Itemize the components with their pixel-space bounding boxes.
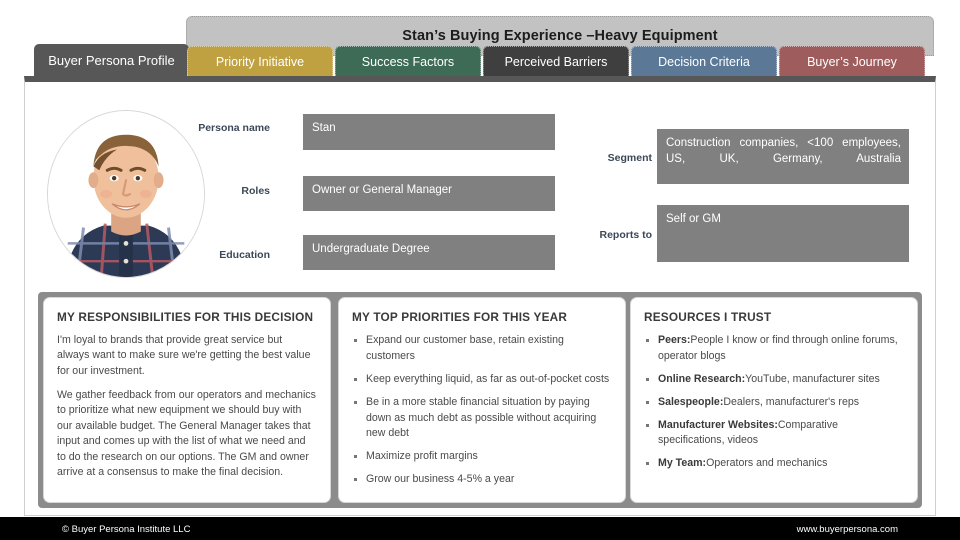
footer-copyright: © Buyer Persona Institute LLC <box>62 524 190 535</box>
resource-item-text: People I know or find through online for… <box>658 334 898 362</box>
card-responsibilities-heading: MY RESPONSIBILITIES FOR THIS DECISION <box>57 310 317 324</box>
card-responsibilities-paragraph: I'm loyal to brands that provide great s… <box>57 333 317 379</box>
card-responsibilities: MY RESPONSIBILITIES FOR THIS DECISION I'… <box>43 297 331 503</box>
resource-item: Online Research:YouTube, manufacturer si… <box>644 372 904 388</box>
tab-buyer-persona-profile[interactable]: Buyer Persona Profile <box>34 44 189 76</box>
roles-label: Roles <box>190 185 270 197</box>
resource-item-lead: Salespeople: <box>658 396 723 408</box>
reports-to-label: Reports to <box>580 229 652 241</box>
priority-item: Keep everything liquid, as far as out-of… <box>352 372 612 388</box>
resource-item-text: Operators and mechanics <box>706 457 827 469</box>
card-priorities: MY TOP PRIORITIES FOR THIS YEAR Expand o… <box>338 297 626 503</box>
tab-buyer-s-journey[interactable]: Buyer’s Journey <box>779 46 925 76</box>
tab-label: Buyer Persona Profile <box>48 53 174 68</box>
tab-label: Buyer’s Journey <box>807 55 897 69</box>
priority-item: Expand our customer base, retain existin… <box>352 333 612 365</box>
card-priorities-heading: MY TOP PRIORITIES FOR THIS YEAR <box>352 310 612 324</box>
persona-name-value[interactable]: Stan <box>303 114 555 150</box>
resources-list: Peers:People I know or find through onli… <box>644 333 904 472</box>
resource-item: Manufacturer Websites:Comparative specif… <box>644 418 904 450</box>
resource-item-lead: My Team: <box>658 457 706 469</box>
portrait-illustration <box>48 111 204 277</box>
resource-item: Salespeople:Dealers, manufacturer's reps <box>644 395 904 411</box>
priorities-list: Expand our customer base, retain existin… <box>352 333 612 488</box>
priority-item: Be in a more stable financial situation … <box>352 395 612 443</box>
education-value[interactable]: Undergraduate Degree <box>303 235 555 270</box>
tab-priority-initiative[interactable]: Priority Initiative <box>187 46 333 76</box>
resource-item-lead: Manufacturer Websites: <box>658 419 778 431</box>
card-responsibilities-paragraph: We gather feedback from our operators an… <box>57 388 317 480</box>
tab-label: Success Factors <box>362 55 454 69</box>
tab-decision-criteria[interactable]: Decision Criteria <box>631 46 777 76</box>
resource-item-lead: Online Research: <box>658 373 745 385</box>
roles-value[interactable]: Owner or General Manager <box>303 176 555 211</box>
priority-item: Grow our business 4-5% a year <box>352 472 612 488</box>
tab-label: Decision Criteria <box>658 55 750 69</box>
segment-value[interactable]: Construction companies, <100 employees, … <box>657 129 909 184</box>
priority-item-text: Be in a more stable financial situation … <box>366 396 596 440</box>
resource-item: My Team:Operators and mechanics <box>644 456 904 472</box>
tab-label: Priority Initiative <box>216 55 304 69</box>
priority-item-text: Keep everything liquid, as far as out-of… <box>366 373 609 385</box>
card-resources-heading: RESOURCES I TRUST <box>644 310 904 324</box>
resource-item-text: Dealers, manufacturer's reps <box>723 396 859 408</box>
card-resources: RESOURCES I TRUST Peers:People I know or… <box>630 297 918 503</box>
resource-item: Peers:People I know or find through onli… <box>644 333 904 365</box>
reports-to-value[interactable]: Self or GM <box>657 205 909 262</box>
persona-name-label: Persona name <box>190 122 270 134</box>
avatar <box>47 110 205 278</box>
priority-item-text: Grow our business 4-5% a year <box>366 473 514 485</box>
tab-perceived-barriers[interactable]: Perceived Barriers <box>483 46 629 76</box>
priority-item-text: Expand our customer base, retain existin… <box>366 334 564 362</box>
priority-item: Maximize profit margins <box>352 449 612 465</box>
footer-bar: © Buyer Persona Institute LLC www.buyerp… <box>0 518 960 540</box>
priority-item-text: Maximize profit margins <box>366 450 478 462</box>
segment-label: Segment <box>580 152 652 164</box>
footer-website[interactable]: www.buyerpersona.com <box>797 524 898 535</box>
tab-label: Perceived Barriers <box>505 55 608 69</box>
tab-success-factors[interactable]: Success Factors <box>335 46 481 76</box>
page-title: Stan’s Buying Experience –Heavy Equipmen… <box>402 28 717 44</box>
resource-item-text: YouTube, manufacturer sites <box>745 373 880 385</box>
education-label: Education <box>190 249 270 261</box>
resource-item-lead: Peers: <box>658 334 690 346</box>
